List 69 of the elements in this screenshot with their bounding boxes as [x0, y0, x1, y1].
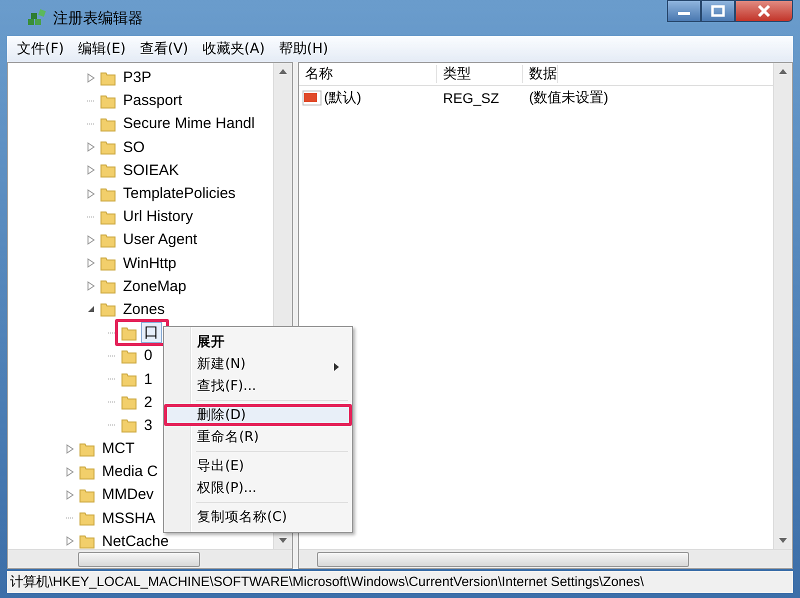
context-menu-item[interactable]: 重命名(R) — [164, 426, 352, 448]
tree-item[interactable]: Passport — [120, 91, 186, 110]
menu-item[interactable]: 文件(F) — [11, 38, 70, 60]
close-icon — [756, 4, 772, 18]
tree-item[interactable]: Url History — [120, 207, 196, 226]
value-type: REG_SZ — [442, 90, 500, 106]
window-title: 注册表编辑器 — [53, 8, 143, 28]
menu-item[interactable]: 帮助(H) — [272, 38, 334, 60]
maximize-icon — [711, 5, 725, 17]
tree-item[interactable]: WinHttp — [120, 254, 180, 273]
tree-item[interactable]: User Agent — [120, 230, 200, 250]
tree-item[interactable]: ZoneMap — [120, 276, 190, 296]
value-name[interactable]: (默认) — [324, 89, 362, 107]
tree-item[interactable]: MMDev — [99, 485, 157, 504]
collapse-arrow-icon[interactable] — [87, 304, 95, 314]
tree-item[interactable]: SO — [120, 138, 148, 157]
scroll-up-icon[interactable] — [779, 69, 787, 74]
vertical-scrollbar[interactable] — [773, 63, 792, 549]
expand-arrow-icon[interactable] — [66, 444, 74, 454]
expand-arrow-icon[interactable] — [87, 165, 95, 176]
context-menu-item[interactable]: 权限(P)... — [164, 477, 352, 499]
context-menu-item[interactable]: 删除(D) — [164, 404, 352, 426]
column-header[interactable]: 名称 — [299, 65, 437, 83]
expand-arrow-icon[interactable] — [87, 142, 95, 152]
menu-item[interactable]: 查看(V) — [134, 38, 194, 60]
tree-item[interactable]: Secure Mime Handl — [120, 114, 258, 134]
scroll-down-icon[interactable] — [279, 538, 287, 543]
expand-arrow-icon[interactable] — [87, 234, 95, 245]
context-menu-item[interactable]: 复制项名称(C) — [164, 506, 352, 528]
registry-cubes-icon — [27, 8, 47, 28]
context-menu-item[interactable]: 导出(E) — [164, 455, 352, 477]
menu-item[interactable]: 编辑(E) — [72, 38, 132, 60]
maximize-button[interactable] — [701, 0, 735, 22]
tree-item[interactable]: 1 — [141, 370, 156, 389]
minimize-button[interactable] — [667, 0, 701, 22]
tree-item[interactable]: Zones — [120, 300, 168, 319]
context-menu-item[interactable]: 新建(N) — [164, 353, 352, 375]
tree-item[interactable]: TemplatePolicies — [120, 184, 239, 204]
horizontal-scrollbar[interactable] — [299, 549, 792, 568]
menu-item[interactable]: 收藏夹(A) — [196, 38, 271, 60]
status-bar: 计算机\HKEY_LOCAL_MACHINE\SOFTWARE\Microsoft\Windows\CurrentVersion\Internet Settings\Zones\ — [7, 571, 793, 593]
tree-item[interactable]: SOIEAK — [120, 160, 182, 180]
expand-arrow-icon[interactable] — [66, 536, 74, 546]
value-data: (数值未设置) — [528, 89, 608, 107]
tree-item[interactable]: MSSHA — [99, 508, 158, 528]
horizontal-scrollbar[interactable] — [8, 549, 292, 568]
tree-item[interactable]: 口 — [141, 322, 162, 344]
column-header[interactable]: 类型 — [437, 65, 523, 83]
tree-item[interactable]: P3P — [120, 68, 154, 88]
expand-arrow-icon[interactable] — [66, 490, 74, 500]
scroll-down-icon[interactable] — [779, 538, 787, 543]
expand-arrow-icon[interactable] — [66, 466, 74, 477]
submenu-arrow-icon — [334, 363, 339, 371]
tree-item[interactable]: NetCache — [99, 532, 172, 549]
context-menu-item[interactable]: 查找(F)... — [164, 375, 352, 397]
context-menu-item[interactable]: 展开 — [164, 331, 352, 353]
tree-item[interactable]: MCT — [99, 439, 138, 458]
string-value-icon — [302, 89, 322, 107]
expand-arrow-icon[interactable] — [87, 281, 95, 292]
expand-arrow-icon[interactable] — [87, 72, 95, 83]
tree-item[interactable]: 0 — [141, 346, 156, 366]
expand-arrow-icon[interactable] — [87, 258, 95, 268]
close-button[interactable] — [735, 0, 793, 22]
scroll-up-icon[interactable] — [279, 69, 287, 74]
column-header[interactable]: 数据 — [523, 65, 558, 83]
tree-item[interactable]: 3 — [141, 416, 156, 435]
expand-arrow-icon[interactable] — [87, 188, 95, 199]
tree-item[interactable]: 2 — [141, 392, 156, 412]
tree-item[interactable]: Media C — [99, 462, 161, 482]
